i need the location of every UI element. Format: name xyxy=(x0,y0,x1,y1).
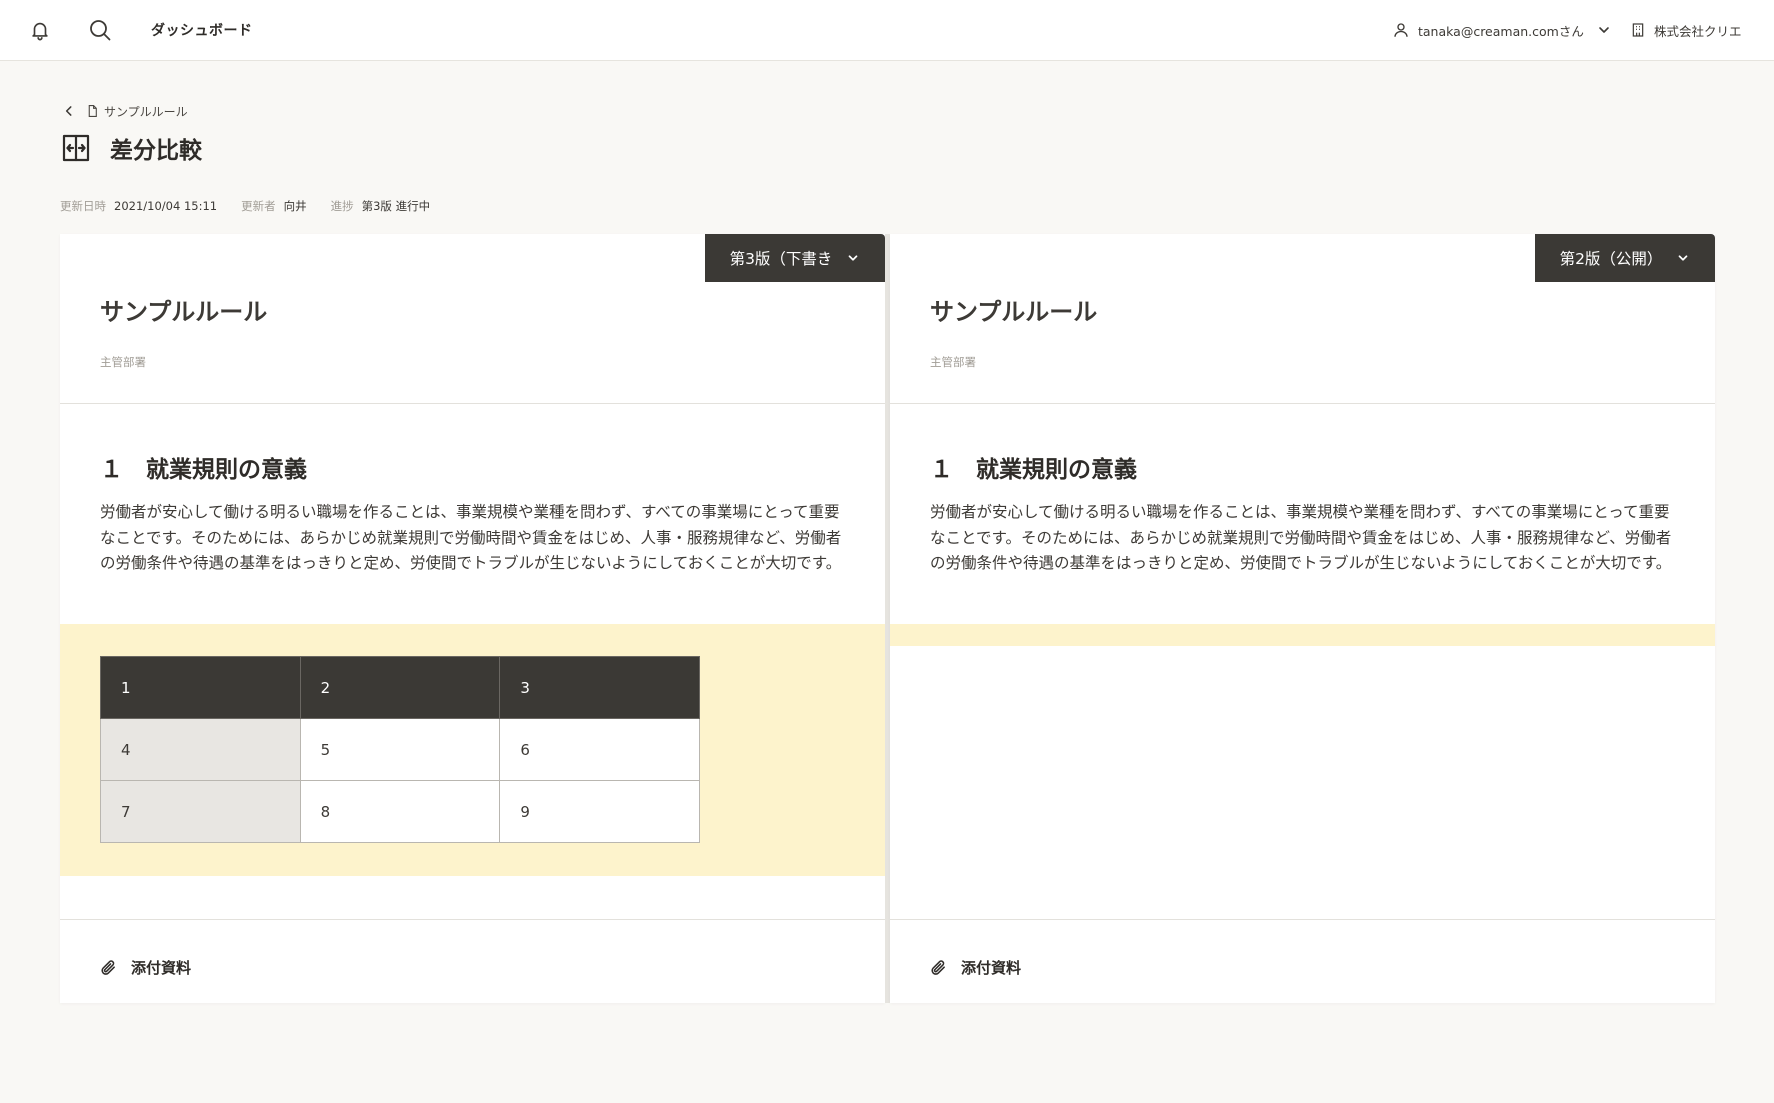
table-row: 7 8 9 xyxy=(100,780,700,843)
right-version-panel: 第2版（公開） サンプルルール 主管部署 １ 就業規則の意義 労働者が安心して働… xyxy=(890,234,1715,1003)
chevron-left-icon[interactable] xyxy=(62,104,76,118)
section-title: １ 就業規則の意義 xyxy=(930,457,1137,483)
table-row: 4 5 6 xyxy=(100,718,700,781)
page-header: 差分比較 xyxy=(62,130,202,166)
paperclip-icon xyxy=(931,959,945,975)
table-header-cell: 3 xyxy=(499,656,700,719)
file-icon xyxy=(88,105,97,117)
progress-label: 進捗 xyxy=(330,199,354,213)
company-menu[interactable]: 株式会社クリエ xyxy=(1630,19,1742,41)
left-version-select[interactable]: 第3版（下書き xyxy=(705,234,885,282)
meta-row: 更新日時 2021/10/04 15:11 更新者 向井 進捗 第3版 進行中 xyxy=(60,197,454,215)
table-row-header-cell: 4 xyxy=(100,718,301,781)
left-version-panel: 第3版（下書き サンプルルール 主管部署 １ 就業規則の意義 労働者が安心して働… xyxy=(60,234,885,1003)
table-header-cell: 1 xyxy=(100,656,301,719)
breadcrumb-link[interactable]: サンプルルール xyxy=(104,103,188,120)
diff-highlight-added: 1 2 3 4 5 6 7 8 9 xyxy=(60,624,885,876)
document-title: サンプルルール xyxy=(100,298,268,326)
breadcrumb: サンプルルール xyxy=(62,101,188,121)
chevron-down-icon[interactable] xyxy=(1596,22,1612,38)
department-label: 主管部署 xyxy=(100,355,146,369)
diff-highlight-removed xyxy=(890,624,1715,646)
user-icon xyxy=(1394,23,1408,37)
attachments-label: 添付資料 xyxy=(961,958,1022,977)
search-icon[interactable] xyxy=(88,18,112,42)
section-title: １ 就業規則の意義 xyxy=(100,457,307,483)
divider xyxy=(890,919,1715,920)
document-title: サンプルルール xyxy=(930,298,1098,326)
attachments-section[interactable]: 添付資料 xyxy=(100,956,191,978)
table-cell: 9 xyxy=(499,780,700,843)
table-cell: 8 xyxy=(299,780,501,843)
user-menu[interactable]: tanaka@creaman.comさん xyxy=(1392,19,1612,41)
chevron-down-icon xyxy=(849,255,858,261)
table-header-cell: 2 xyxy=(299,656,501,719)
divider xyxy=(890,403,1715,404)
right-version-select[interactable]: 第2版（公開） xyxy=(1535,234,1715,282)
right-version-label: 第2版（公開） xyxy=(1559,250,1663,268)
paperclip-icon xyxy=(101,959,115,975)
dashboard-link[interactable]: ダッシュボード xyxy=(151,20,253,40)
updated-value: 2021/10/04 15:11 xyxy=(114,199,218,213)
left-version-label: 第3版（下書き xyxy=(729,250,833,268)
table-cell: 5 xyxy=(299,718,501,781)
updater-label: 更新者 xyxy=(241,199,276,213)
bell-icon[interactable] xyxy=(29,19,51,41)
attachments-label: 添付資料 xyxy=(131,958,192,977)
page-title: 差分比較 xyxy=(110,138,202,164)
section-body: 労働者が安心して働ける明るい職場を作ることは、事業規模や業種を問わず、すべての事… xyxy=(100,503,842,572)
user-email: tanaka@creaman.comさん xyxy=(1418,23,1584,39)
top-bar: ダッシュボード tanaka@creaman.comさん 株式会社クリエ xyxy=(0,0,1774,61)
section-body: 労働者が安心して働ける明るい職場を作ることは、事業規模や業種を問わず、すべての事… xyxy=(930,503,1672,572)
attachments-section[interactable]: 添付資料 xyxy=(930,956,1021,978)
progress-value: 第3版 進行中 xyxy=(361,199,431,213)
building-icon xyxy=(1632,23,1644,37)
chevron-down-icon xyxy=(1679,255,1688,261)
divider xyxy=(60,403,885,404)
divider xyxy=(60,919,885,920)
updated-label: 更新日時 xyxy=(60,199,106,213)
table-cell: 6 xyxy=(499,718,700,781)
department-label: 主管部署 xyxy=(930,355,976,369)
data-table: 1 2 3 4 5 6 7 8 9 xyxy=(100,656,700,843)
diff-icon xyxy=(62,134,90,162)
table-row-header-cell: 7 xyxy=(100,780,301,843)
updater-value: 向井 xyxy=(283,199,307,213)
company-name: 株式会社クリエ xyxy=(1654,23,1742,39)
table-header-row: 1 2 3 xyxy=(100,656,700,719)
